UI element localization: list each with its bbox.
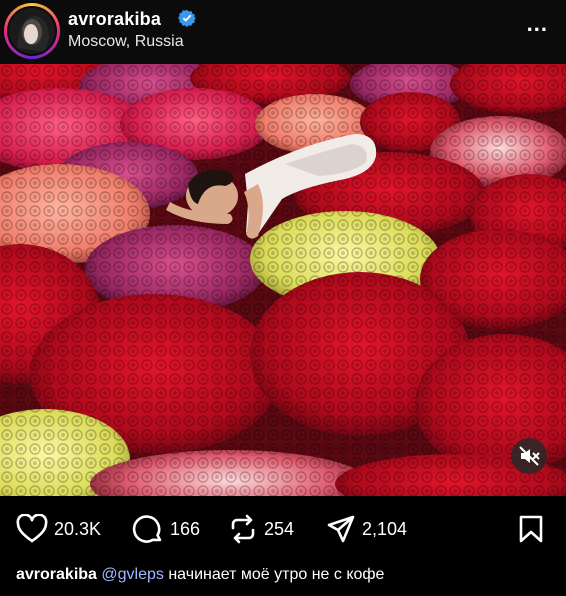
username[interactable]: avrorakiba xyxy=(68,9,161,30)
comment-count: 166 xyxy=(170,518,201,539)
bookmark-icon xyxy=(519,515,543,543)
location[interactable]: Moscow, Russia xyxy=(68,33,184,51)
repost-button[interactable]: 254 xyxy=(228,514,294,544)
like-button[interactable]: 20.3K xyxy=(16,514,101,544)
post-photo[interactable] xyxy=(0,64,566,496)
verified-badge-icon xyxy=(178,9,196,27)
muted-speaker-icon[interactable] xyxy=(511,438,547,474)
caption-text: начинает моё утро не с кофе xyxy=(168,566,385,583)
heart-icon xyxy=(16,514,48,543)
caption: avrorakiba @gvleps начинает моё утро не … xyxy=(16,566,384,584)
share-button[interactable]: 2,104 xyxy=(326,514,407,544)
caption-mention[interactable]: @gvleps xyxy=(101,566,164,583)
comment-bubble-icon xyxy=(132,515,162,543)
save-button[interactable] xyxy=(518,514,544,544)
more-options-icon[interactable]: ... xyxy=(527,13,548,35)
like-count: 20.3K xyxy=(54,518,102,539)
avatar[interactable] xyxy=(7,6,57,56)
post-header: avrorakiba Moscow, Russia ... xyxy=(0,0,566,64)
comment-button[interactable]: 166 xyxy=(132,514,200,544)
story-ring[interactable] xyxy=(4,3,60,59)
caption-username[interactable]: avrorakiba xyxy=(16,566,97,583)
repost-count: 254 xyxy=(264,518,295,539)
repost-arrows-icon xyxy=(231,514,255,544)
share-count: 2,104 xyxy=(362,518,408,539)
roses-photo xyxy=(0,64,566,496)
action-bar: 20.3K 166 254 2,104 xyxy=(0,506,566,552)
paper-plane-icon xyxy=(327,515,355,543)
